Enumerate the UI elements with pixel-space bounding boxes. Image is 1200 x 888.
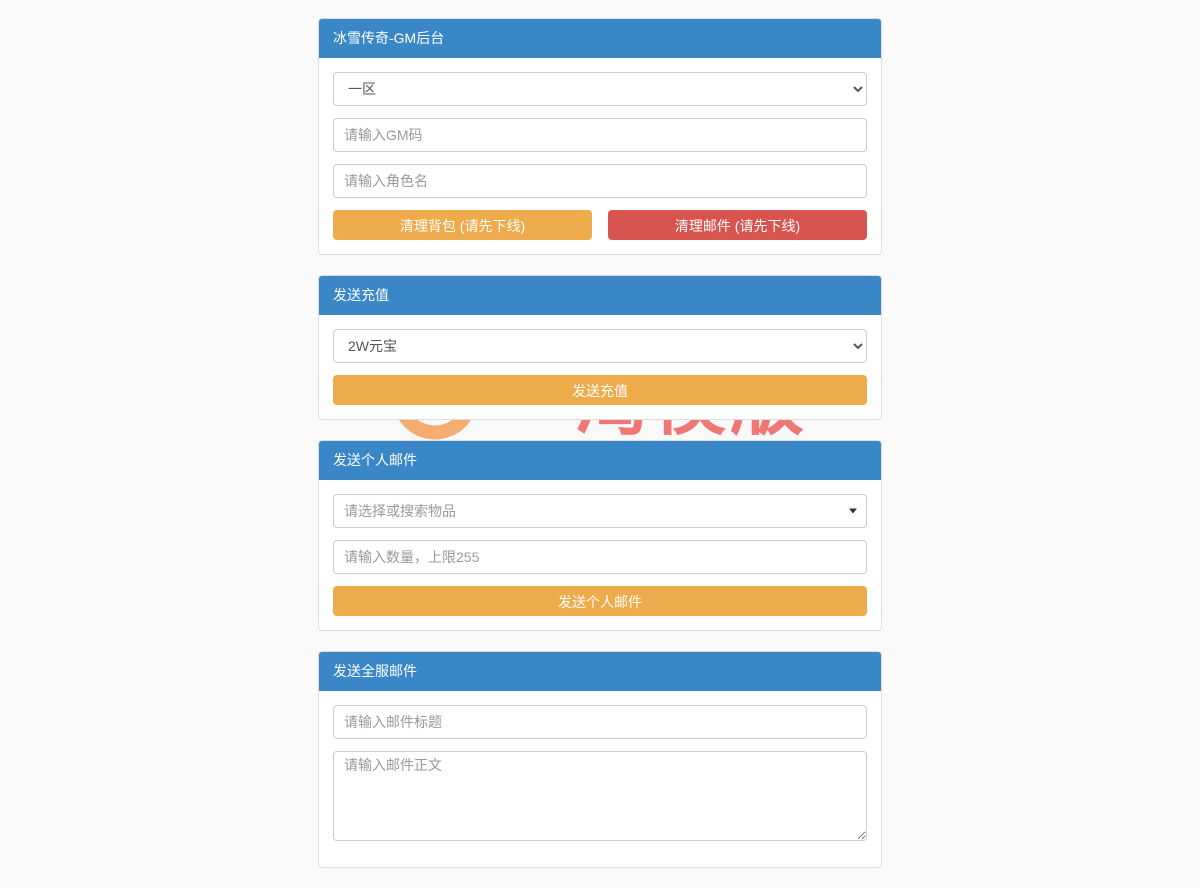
panel-personal-mail: 发送个人邮件 发送个人邮件 (318, 440, 882, 631)
panel-send-recharge-body: 2W元宝 发送充值 (319, 315, 881, 419)
item-input[interactable] (333, 494, 867, 528)
send-recharge-button[interactable]: 发送充值 (333, 375, 867, 405)
caret-down-icon (849, 509, 857, 514)
panel-server-mail-title: 发送全服邮件 (319, 652, 881, 691)
clear-mail-button[interactable]: 清理邮件 (请先下线) (608, 210, 867, 240)
panel-server-mail: 发送全服邮件 (318, 651, 882, 868)
mail-body-textarea[interactable] (333, 751, 867, 841)
panel-send-recharge-title: 发送充值 (319, 276, 881, 315)
panel-gm-admin-title: 冰雪传奇-GM后台 (319, 19, 881, 58)
server-select[interactable]: 一区 (333, 72, 867, 106)
role-name-input[interactable] (333, 164, 867, 198)
main-container: 冰雪传奇-GM后台 一区 清理背包 (请先下线) 清理邮件 (请先下线) 发送充… (318, 18, 882, 868)
panel-send-recharge: 发送充值 2W元宝 发送充值 (318, 275, 882, 420)
panel-personal-mail-title: 发送个人邮件 (319, 441, 881, 480)
recharge-select[interactable]: 2W元宝 (333, 329, 867, 363)
item-combobox[interactable] (333, 494, 867, 528)
quantity-input[interactable] (333, 540, 867, 574)
panel-gm-admin: 冰雪传奇-GM后台 一区 清理背包 (请先下线) 清理邮件 (请先下线) (318, 18, 882, 255)
send-personal-mail-button[interactable]: 发送个人邮件 (333, 586, 867, 616)
panel-server-mail-body (319, 691, 881, 867)
mail-subject-input[interactable] (333, 705, 867, 739)
gm-code-input[interactable] (333, 118, 867, 152)
panel-gm-admin-body: 一区 清理背包 (请先下线) 清理邮件 (请先下线) (319, 58, 881, 254)
panel-personal-mail-body: 发送个人邮件 (319, 480, 881, 630)
gm-button-row: 清理背包 (请先下线) 清理邮件 (请先下线) (333, 210, 867, 240)
clear-bag-button[interactable]: 清理背包 (请先下线) (333, 210, 592, 240)
